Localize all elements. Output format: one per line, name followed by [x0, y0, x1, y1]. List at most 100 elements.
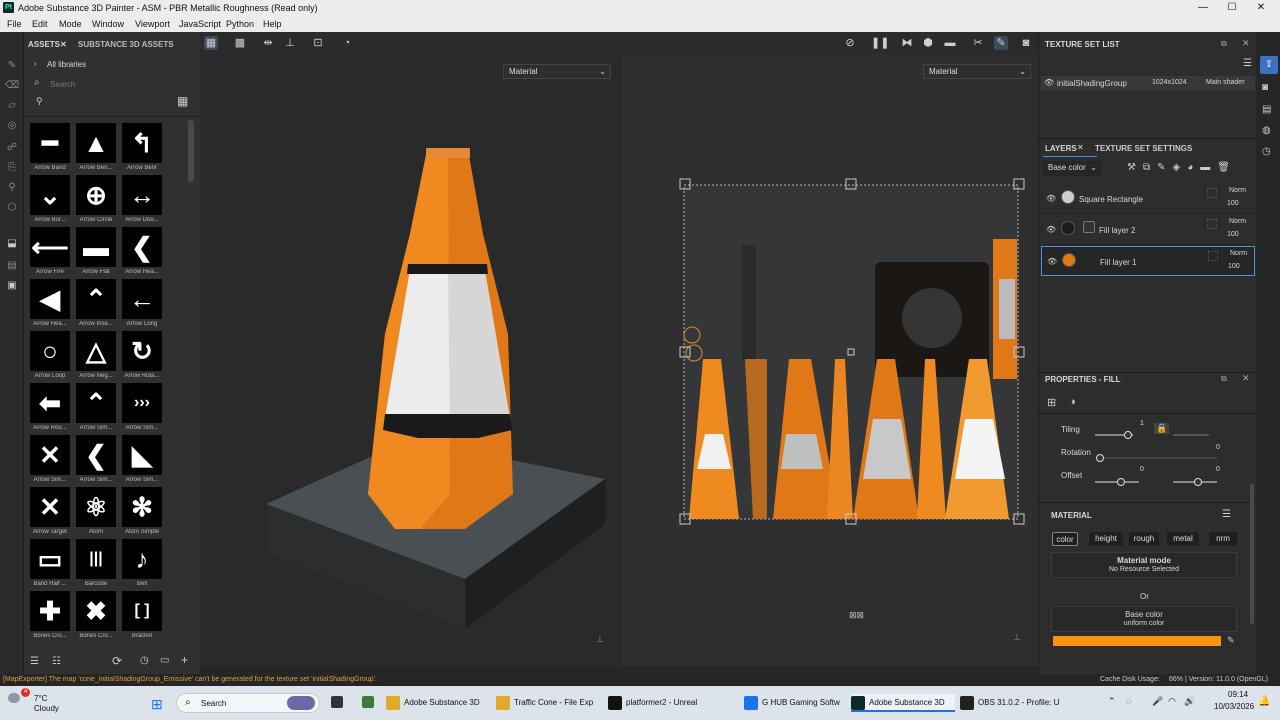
asset-item[interactable]: ✻ Atom Simple [121, 487, 163, 537]
frame-icon[interactable]: ⊡ [311, 36, 325, 50]
taskbar-search[interactable]: ⌕ Search [176, 693, 320, 713]
base-color-swatch[interactable] [1053, 636, 1221, 646]
import-icon[interactable]: ▭ [160, 655, 169, 666]
layers-tab-close-icon[interactable]: ✕ [1077, 143, 1084, 152]
rotation-slider[interactable] [1104, 457, 1217, 459]
start-icon[interactable]: ⊞ [151, 696, 163, 713]
asset-item[interactable]: ◀ Arrow Hea... [29, 279, 71, 329]
shader-settings-icon[interactable]: ▤ [1262, 104, 1271, 115]
asset-item[interactable]: ━ Arrow Band [29, 123, 71, 173]
taskbar-app[interactable]: platformer2 - Unreal [608, 694, 732, 712]
channel-nrm[interactable]: nrm [1209, 532, 1237, 546]
properties-scrollbar[interactable] [1250, 484, 1254, 624]
tab-substance-assets[interactable]: SUBSTANCE 3D ASSETS [78, 40, 174, 49]
asset-item[interactable]: ⌃ Arrow Sim... [75, 383, 117, 433]
channel-dropdown[interactable]: Base color ⌄ [1043, 161, 1101, 176]
menu-viewport[interactable]: Viewport [135, 19, 170, 29]
asset-item[interactable]: ▲ Arrow Ben... [75, 123, 117, 173]
channel-height[interactable]: height [1089, 532, 1123, 546]
texture-set-menu-icon[interactable]: ☰ [1243, 58, 1252, 69]
list-view-icon[interactable]: ☷ [52, 656, 61, 667]
material-ball-icon[interactable]: ◑ [1069, 396, 1076, 408]
asset-item[interactable]: ← Arrow Long [121, 279, 163, 329]
asset-item[interactable]: ❮ Arrow Sim... [75, 435, 117, 485]
asset-item[interactable]: ❮ Arrow Hea... [121, 227, 163, 277]
asset-item[interactable]: ○ Arrow Loop [29, 331, 71, 381]
asset-item[interactable]: ↰ Arrow Benr [121, 123, 163, 173]
asset-item[interactable]: ⚛ Atom [75, 487, 117, 537]
assets-scrollbar[interactable] [188, 120, 194, 182]
asset-item[interactable]: ♪ Bell [121, 539, 163, 589]
taskbar-app[interactable]: Adobe Substance 3D [851, 694, 955, 712]
asset-item[interactable]: ◣ Arrow Sim... [121, 435, 163, 485]
eraser-tool-icon[interactable]: ⌫ [5, 80, 19, 94]
texture-set-shader[interactable]: Main shader [1206, 79, 1245, 86]
layer-mask-thumbnail[interactable] [1083, 221, 1095, 233]
material-mode-box[interactable]: Material mode No Resource Selected [1051, 552, 1237, 578]
layer-blend-mode[interactable]: Norm [1230, 250, 1247, 257]
color-picker-icon[interactable]: ✎ [1227, 635, 1235, 646]
asset-item[interactable]: ↻ Arrow Rota... [121, 331, 163, 381]
volume-icon[interactable]: 🔊 [1184, 696, 1195, 707]
tray-chevron-icon[interactable]: ⌃ [1108, 696, 1116, 707]
asset-item[interactable]: ✕ Arrow Target [29, 487, 71, 537]
add-icon[interactable]: + [181, 653, 188, 667]
weather-desc[interactable]: Cloudy [34, 704, 59, 713]
geometry-mask-icon[interactable]: ◎ [5, 120, 19, 134]
texture-set-dock-icon[interactable]: ⇪ [1260, 56, 1278, 74]
asset-item[interactable]: ››› Arrow Sim... [121, 383, 163, 433]
layer-row[interactable]: 👁 Fill layer 1 Norm 100 [1041, 246, 1255, 276]
menu-edit[interactable]: Edit [32, 19, 48, 29]
camera-view-icon[interactable]: ▬ [943, 36, 957, 50]
taskbar-app[interactable]: Adobe Substance 3D [386, 694, 490, 712]
taskbar-app[interactable]: OBS 31.0.2 - Profile: U [960, 694, 1062, 712]
expand-arrow-icon[interactable]: › [34, 61, 36, 68]
add-folder-icon[interactable]: ▬ [1200, 162, 1217, 173]
base-color-box[interactable]: Base color uniform color [1051, 606, 1237, 632]
tiling-slider-handle[interactable] [1124, 431, 1132, 439]
notifications-icon[interactable]: 🔔 [1258, 696, 1270, 707]
menu-window[interactable]: Window [92, 19, 124, 29]
layer-blend-mode[interactable]: Norm [1229, 218, 1246, 225]
layer-opacity[interactable]: 100 [1228, 263, 1240, 270]
bake-icon[interactable]: ⬓ [5, 238, 19, 252]
display-settings-icon[interactable]: ◙ [1262, 82, 1268, 93]
asset-item[interactable]: ✚ Bones Cro... [29, 591, 71, 641]
layer-row[interactable]: 👁 Square Rectangle Norm 100 [1041, 184, 1255, 214]
history-icon[interactable]: ◷ [140, 655, 149, 666]
asset-item[interactable]: ⊕ Arrow Circle [75, 175, 117, 225]
layer-opacity[interactable]: 100 [1227, 200, 1239, 207]
add-paint-layer-icon[interactable]: ✎ [1157, 162, 1172, 173]
uv-grid-icon[interactable]: ▩ [233, 36, 247, 50]
tool-settings-icon[interactable]: ✂ [971, 36, 985, 50]
offset-slider-2-handle[interactable] [1194, 478, 1202, 486]
smudge-tool-icon[interactable]: ☍ [5, 142, 19, 156]
menu-python[interactable]: Python [226, 19, 254, 29]
menu-file[interactable]: File [7, 19, 22, 29]
add-layer-icon[interactable]: ◕ [1187, 162, 1200, 173]
layer-blend-mode[interactable]: Norm [1229, 187, 1246, 194]
asset-item[interactable]: ⬅ Arrow Rou... [29, 383, 71, 433]
taskbar-app[interactable]: Traffic Cone - File Exp [496, 694, 600, 712]
maximize-button[interactable]: ☐ [1224, 1, 1240, 15]
asset-item[interactable]: ✕ Arrow Sim... [29, 435, 71, 485]
properties-pop-out-icon[interactable]: ⧉ [1221, 374, 1227, 384]
material-select-icon[interactable]: ▤ [5, 260, 19, 274]
rotation-slider-handle[interactable] [1096, 454, 1104, 462]
viewport-2d[interactable]: Material ⌄ ⊠⊠ ⊥ [620, 54, 1038, 666]
paint-tool-icon[interactable]: ✎ [5, 60, 19, 74]
menu-help[interactable]: Help [263, 19, 282, 29]
grid-snap-icon[interactable]: ▦ [204, 36, 218, 50]
lock-icon[interactable]: 🔒 [1154, 423, 1170, 434]
align-icon[interactable]: ⊥ [283, 36, 297, 50]
channel-rough[interactable]: rough [1129, 532, 1159, 546]
channel-color[interactable]: color [1052, 532, 1078, 546]
mirror-icon[interactable]: ⧓ [900, 36, 914, 50]
add-effect-icon[interactable]: ⚒ [1127, 162, 1143, 173]
layer-opacity[interactable]: 100 [1227, 231, 1239, 238]
grid-view-icon[interactable]: ▦ [177, 94, 188, 108]
tab-close-icon[interactable]: ✕ [60, 40, 67, 49]
channel-metal[interactable]: metal [1167, 532, 1199, 546]
reset-view-icon[interactable]: ◔ [340, 36, 354, 50]
microphone-icon[interactable]: 🎤 [1152, 696, 1163, 707]
